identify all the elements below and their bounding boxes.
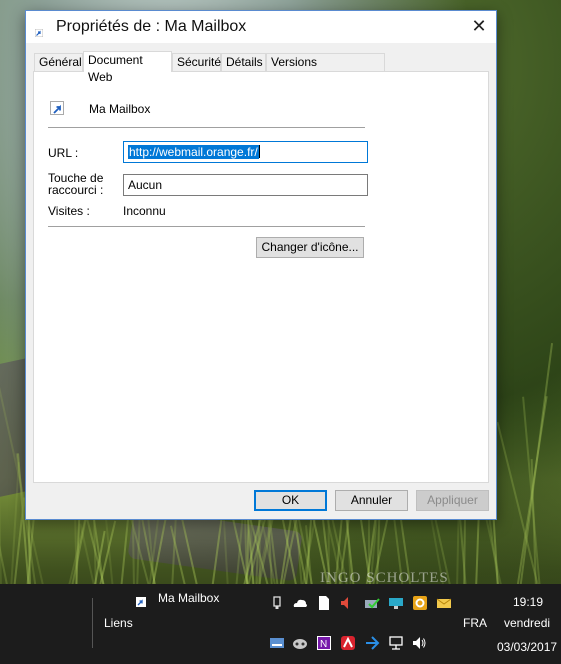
shortcut-name: Ma Mailbox — [89, 102, 151, 116]
title-bar[interactable]: Propriétés de : Ma Mailbox ✕ — [26, 11, 496, 43]
separator — [48, 127, 365, 128]
shortcut-icon[interactable] — [136, 596, 146, 607]
network-check-icon[interactable] — [364, 595, 380, 611]
web-document-panel: Ma Mailbox URL : http://webmail.orange.f… — [33, 71, 489, 483]
close-icon: ✕ — [471, 16, 487, 36]
clock-date[interactable]: 03/03/2017 — [497, 640, 557, 654]
taskbar-shortcut-label[interactable]: Ma Mailbox — [158, 591, 219, 605]
change-icon-button[interactable]: Changer d'icône... — [256, 237, 364, 258]
shortcut-file-icon — [50, 101, 64, 115]
usb-icon[interactable] — [269, 595, 285, 611]
shortcut-key-value: Aucun — [128, 178, 163, 192]
tab-general[interactable]: Général — [34, 53, 83, 71]
tab-security[interactable]: Sécurité — [172, 53, 221, 71]
onenote-icon[interactable]: N — [316, 635, 332, 651]
url-value: http://webmail.orange.fr/ — [128, 145, 259, 159]
ok-button[interactable]: OK — [254, 490, 327, 511]
visits-label: Visites : — [48, 204, 90, 218]
storage-icon[interactable] — [269, 635, 285, 651]
volume-muted-icon[interactable] — [339, 595, 355, 611]
keyboard-icon[interactable] — [388, 595, 404, 611]
mail-icon[interactable] — [436, 595, 452, 611]
shortcut-key-label-line2: raccourci : — [48, 183, 104, 197]
tab-previous-versions[interactable]: Versions précédentes — [266, 53, 385, 86]
apply-button[interactable]: Appliquer — [416, 490, 489, 511]
svg-text:N: N — [320, 639, 327, 650]
url-field[interactable]: http://webmail.orange.fr/ — [123, 141, 368, 163]
outlook-icon[interactable] — [412, 595, 428, 611]
clock-day[interactable]: vendredi — [504, 616, 550, 630]
shortcut-icon — [34, 26, 44, 38]
document-icon[interactable] — [316, 595, 332, 611]
speaker-icon[interactable] — [411, 635, 427, 651]
taskbar-divider — [92, 598, 93, 648]
taskbar: Ma Mailbox Liens N FRA 19:19 vendredi 03… — [0, 584, 561, 664]
clock-time[interactable]: 19:19 — [513, 595, 543, 609]
shortcut-key-field[interactable]: Aucun — [123, 174, 368, 196]
close-button[interactable]: ✕ — [462, 11, 496, 43]
bluetooth-icon[interactable] — [364, 635, 380, 651]
dialog-title: Propriétés de : Ma Mailbox — [56, 18, 247, 35]
network-icon[interactable] — [388, 635, 404, 651]
tab-web-document[interactable]: Document Web — [83, 51, 172, 84]
gamepad-icon[interactable] — [292, 635, 308, 651]
antivirus-icon[interactable] — [340, 635, 356, 651]
separator — [48, 226, 365, 227]
url-label: URL : — [48, 146, 79, 160]
onedrive-icon[interactable] — [292, 595, 308, 611]
tab-details[interactable]: Détails — [221, 53, 266, 71]
language-indicator[interactable]: FRA — [463, 616, 487, 630]
links-toolbar-label[interactable]: Liens — [104, 616, 133, 630]
text-caret — [258, 145, 260, 158]
cancel-button[interactable]: Annuler — [335, 490, 408, 511]
properties-dialog: Propriétés de : Ma Mailbox ✕ Général Doc… — [25, 10, 497, 520]
visits-value: Inconnu — [123, 204, 166, 218]
